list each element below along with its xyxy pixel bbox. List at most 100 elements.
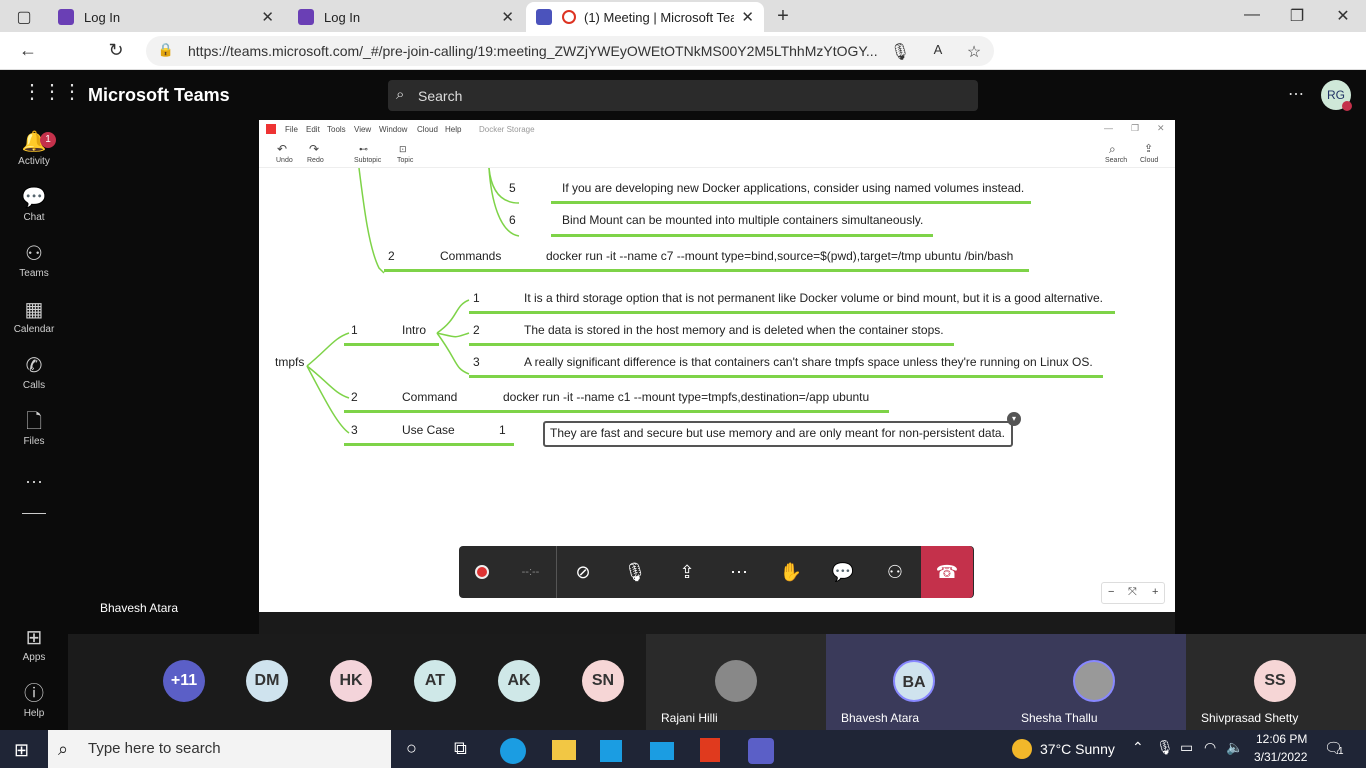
taskbar-search-input[interactable]: ⌕ Type here to search: [48, 730, 391, 768]
browser-tab-1[interactable]: Log In ✕: [48, 2, 284, 32]
clock-time[interactable]: 12:06 PM: [1256, 732, 1307, 746]
microphone-icon[interactable]: 🎙: [888, 42, 912, 62]
mindmap-node[interactable]: They are fast and secure but use memory …: [550, 426, 1005, 440]
avatar[interactable]: AK: [498, 660, 540, 702]
zoom-in-icon[interactable]: +: [1152, 586, 1158, 598]
mindmap-node[interactable]: It is a third storage option that is not…: [524, 291, 1103, 305]
favorite-star-icon[interactable]: ☆: [962, 42, 986, 62]
undo-icon[interactable]: ↶: [277, 142, 287, 156]
cloud-upload-icon[interactable]: ⇪: [1144, 142, 1153, 155]
read-aloud-icon[interactable]: A: [926, 42, 950, 57]
office-icon[interactable]: [700, 738, 720, 762]
node-number[interactable]: 5: [509, 181, 516, 195]
file-explorer-icon[interactable]: [552, 740, 576, 760]
mindmap-node[interactable]: Use Case: [402, 423, 455, 437]
lock-icon[interactable]: 🔒: [154, 42, 178, 58]
close-window-icon[interactable]: ✕: [1331, 6, 1355, 26]
more-apps-icon[interactable]: ⋯: [0, 472, 68, 493]
rail-item-chat[interactable]: 💬 Chat: [0, 186, 68, 223]
minimize-icon[interactable]: —: [1240, 6, 1264, 24]
avatar[interactable]: DM: [246, 660, 288, 702]
store-icon[interactable]: [600, 740, 622, 762]
xmind-restore-icon[interactable]: ❐: [1131, 123, 1139, 134]
node-number[interactable]: 1: [473, 291, 480, 305]
menu-help[interactable]: Help: [445, 125, 461, 134]
topic-icon[interactable]: ⊡: [399, 144, 407, 155]
node-number[interactable]: 2: [388, 249, 395, 263]
menu-edit[interactable]: Edit: [306, 125, 320, 134]
collapse-icon[interactable]: ▾: [1007, 412, 1021, 426]
avatar[interactable]: HK: [330, 660, 372, 702]
rail-item-activity[interactable]: 🔔 Activity 1: [0, 130, 68, 167]
hang-up-button[interactable]: ☎: [921, 546, 973, 598]
mindmap-node[interactable]: docker run -it --name c7 --mount type=bi…: [546, 249, 1013, 263]
xmind-minimize-icon[interactable]: —: [1104, 123, 1113, 133]
refresh-icon[interactable]: ↻: [104, 40, 128, 61]
camera-button[interactable]: ⊘: [557, 546, 609, 598]
node-number[interactable]: 2: [351, 390, 358, 404]
root-node[interactable]: tmpfs: [275, 355, 304, 369]
close-tab-icon[interactable]: ✕: [741, 8, 754, 26]
mindmap-node[interactable]: The data is stored in the host memory an…: [524, 323, 944, 337]
mail-icon[interactable]: [650, 742, 674, 760]
overflow-participants[interactable]: +11: [163, 660, 205, 702]
teams-taskbar-icon[interactable]: [748, 738, 774, 764]
tab-actions-icon[interactable]: ▢: [12, 7, 36, 27]
node-number[interactable]: 2: [473, 323, 480, 337]
url-field[interactable]: https://teams.microsoft.com/_#/pre-join-…: [146, 36, 994, 66]
participants-button[interactable]: ⚇: [869, 546, 921, 598]
cortana-icon[interactable]: ○: [406, 738, 417, 759]
task-view-icon[interactable]: ⧉: [454, 738, 467, 759]
battery-icon[interactable]: ▭: [1180, 739, 1193, 756]
avatar[interactable]: SN: [582, 660, 624, 702]
node-number[interactable]: 1: [351, 323, 358, 337]
node-number[interactable]: 6: [509, 213, 516, 227]
weather-text[interactable]: 37°C Sunny: [1040, 741, 1115, 757]
tray-chevron-icon[interactable]: ⌃: [1132, 739, 1144, 756]
menu-window[interactable]: Window: [379, 125, 407, 134]
xmind-close-icon[interactable]: ✕: [1157, 123, 1165, 134]
mindmap-node[interactable]: docker run -it --name c1 --mount type=tm…: [503, 390, 869, 404]
close-tab-icon[interactable]: ✕: [261, 8, 274, 26]
menu-cloud[interactable]: Cloud: [417, 125, 438, 134]
close-tab-icon[interactable]: ✕: [501, 8, 514, 26]
search-input[interactable]: ⌕ Search: [388, 80, 978, 111]
menu-view[interactable]: View: [354, 125, 371, 134]
avatar[interactable]: AT: [414, 660, 456, 702]
mindmap-node[interactable]: Commands: [440, 249, 501, 263]
mindmap-node[interactable]: Bind Mount can be mounted into multiple …: [562, 213, 923, 227]
new-tab-icon[interactable]: +: [771, 5, 795, 28]
search-icon[interactable]: ⌕: [1109, 142, 1116, 157]
share-button[interactable]: ⇪: [661, 546, 713, 598]
volume-icon[interactable]: 🔈: [1226, 739, 1243, 756]
rail-item-files[interactable]: 🗋 Files: [0, 410, 68, 447]
mindmap-node[interactable]: If you are developing new Docker applica…: [562, 181, 1024, 195]
menu-file[interactable]: File: [285, 125, 298, 134]
windows-start-icon[interactable]: ⊞: [14, 740, 29, 761]
rail-item-calendar[interactable]: ▦ Calendar: [0, 298, 68, 335]
more-actions-button[interactable]: ⋯: [713, 546, 765, 598]
browser-tab-3[interactable]: (1) Meeting | Microsoft Teams ✕: [526, 2, 764, 32]
menu-tools[interactable]: Tools: [327, 125, 346, 134]
record-button[interactable]: [459, 546, 505, 598]
fit-icon[interactable]: ⤧: [1128, 586, 1137, 599]
restore-icon[interactable]: ❐: [1285, 6, 1309, 26]
rail-item-calls[interactable]: ✆ Calls: [0, 354, 68, 391]
node-number[interactable]: 3: [351, 423, 358, 437]
wifi-icon[interactable]: ◠: [1204, 739, 1216, 756]
edge-icon[interactable]: [500, 738, 526, 764]
rail-item-help[interactable]: ⓘ Help: [0, 682, 68, 719]
mic-button[interactable]: 🎙: [609, 546, 661, 598]
redo-icon[interactable]: ↷: [309, 142, 319, 156]
back-icon[interactable]: ←: [16, 40, 40, 61]
rail-item-apps[interactable]: ⊞ Apps: [0, 626, 68, 663]
more-options-icon[interactable]: ⋯: [1288, 84, 1304, 104]
mindmap-node[interactable]: Intro: [402, 323, 426, 337]
browser-tab-2[interactable]: Log In ✕: [288, 2, 524, 32]
node-number[interactable]: 3: [473, 355, 480, 369]
chat-button[interactable]: 💬: [817, 546, 869, 598]
subtopic-icon[interactable]: ⊷: [359, 144, 368, 155]
mindmap-node[interactable]: Command: [402, 390, 457, 404]
clock-date[interactable]: 3/31/2022: [1254, 750, 1307, 764]
rail-item-teams[interactable]: ⚇ Teams: [0, 242, 68, 279]
